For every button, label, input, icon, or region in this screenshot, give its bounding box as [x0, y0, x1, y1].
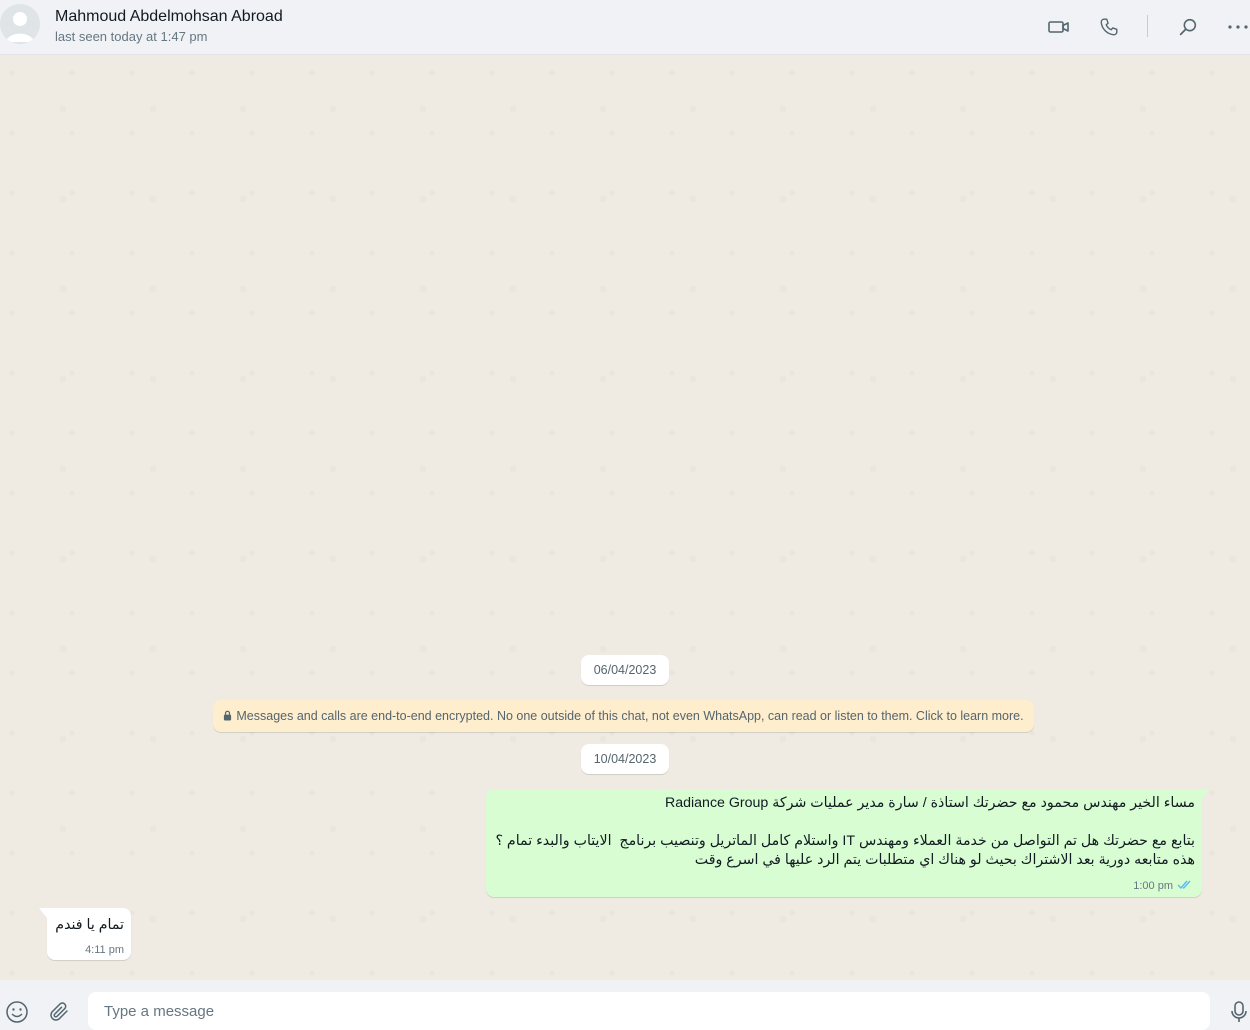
message-time: 1:00 pm [1133, 880, 1173, 892]
voice-call-icon[interactable] [1096, 14, 1122, 40]
menu-icon[interactable] [1225, 14, 1250, 40]
default-avatar-icon [0, 4, 40, 44]
contact-name[interactable]: Mahmoud Abdelmohsan Abroad [55, 8, 283, 26]
attach-icon[interactable] [46, 999, 72, 1025]
message-text: تمام يا فندم [55, 917, 124, 933]
message-time: 4:11 pm [85, 944, 124, 956]
message-input[interactable] [88, 992, 1210, 1030]
microphone-icon[interactable] [1226, 999, 1250, 1025]
encryption-notice[interactable]: Messages and calls are end-to-end encryp… [213, 700, 1034, 732]
chat-area[interactable]: 06/04/2023 Messages and calls are end-to… [0, 55, 1250, 980]
emoji-icon[interactable] [4, 999, 30, 1025]
message-meta: 1:00 pm [1133, 879, 1193, 893]
lock-icon [223, 701, 232, 733]
message-text: مساء الخير مهندس محمود مع حضرتك استاذة /… [495, 795, 1195, 868]
video-call-icon[interactable] [1046, 14, 1072, 40]
date-chip: 10/04/2023 [581, 744, 669, 774]
incoming-message[interactable]: تمام يا فندم 4:11 pm [39, 908, 131, 960]
chat-header: Mahmoud Abdelmohsan Abroad last seen tod… [0, 0, 1250, 55]
date-chip: 06/04/2023 [581, 655, 669, 685]
outgoing-message[interactable]: مساء الخير مهندس محمود مع حضرتك استاذة /… [486, 789, 1210, 897]
message-meta: 4:11 pm [85, 944, 124, 956]
contact-avatar[interactable] [0, 4, 40, 44]
search-icon[interactable] [1175, 14, 1201, 40]
header-divider [1147, 15, 1148, 37]
bubble-tail [1202, 789, 1210, 799]
double-check-icon [1177, 879, 1193, 893]
last-seen-status: last seen today at 1:47 pm [55, 29, 208, 44]
encryption-notice-text: Messages and calls are end-to-end encryp… [236, 709, 1024, 723]
bubble-tail [39, 908, 47, 918]
